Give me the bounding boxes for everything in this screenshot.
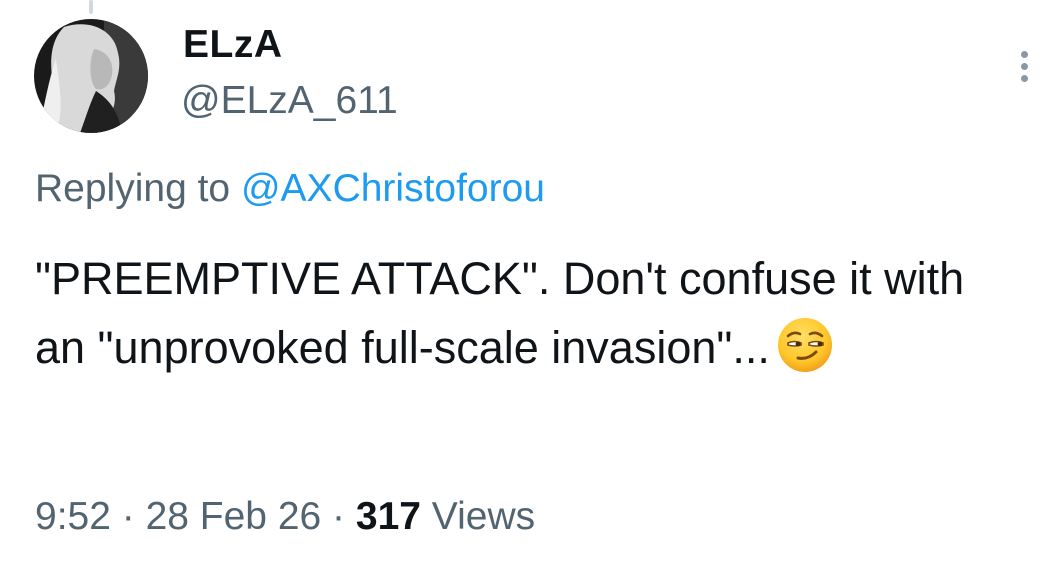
meta-separator: ·: [321, 495, 356, 538]
views-label[interactable]: Views: [421, 495, 535, 538]
replying-to-line: Replying to @AXChristoforou: [35, 166, 545, 212]
meta-separator: ·: [110, 495, 146, 538]
tweet-text: "PREEMPTIVE ATTACK". Don't confuse it wi…: [35, 244, 1025, 382]
reply-mention-link[interactable]: @AXChristoforou: [241, 167, 545, 210]
tweet-metadata: 9:52 · 28 Feb 26 · 317 Views: [35, 494, 535, 540]
more-dots-icon: [1020, 62, 1028, 70]
avatar[interactable]: [34, 19, 148, 133]
smirking-face-icon: [776, 316, 834, 374]
thread-connector-line: [89, 0, 93, 14]
avatar-image: [34, 19, 148, 133]
views-count[interactable]: 317: [356, 495, 421, 538]
display-name[interactable]: ELzA: [183, 22, 283, 68]
more-options-button[interactable]: [1008, 44, 1040, 88]
tweet-body: "PREEMPTIVE ATTACK". Don't confuse it wi…: [35, 253, 977, 373]
more-dots-icon: [1020, 50, 1028, 58]
tweet-date[interactable]: 28 Feb 26: [146, 495, 322, 538]
tweet-time[interactable]: 9:52: [35, 495, 111, 538]
user-handle[interactable]: @ELzA_611: [181, 78, 398, 124]
more-dots-icon: [1020, 74, 1028, 82]
replying-to-label: Replying to: [35, 167, 241, 210]
